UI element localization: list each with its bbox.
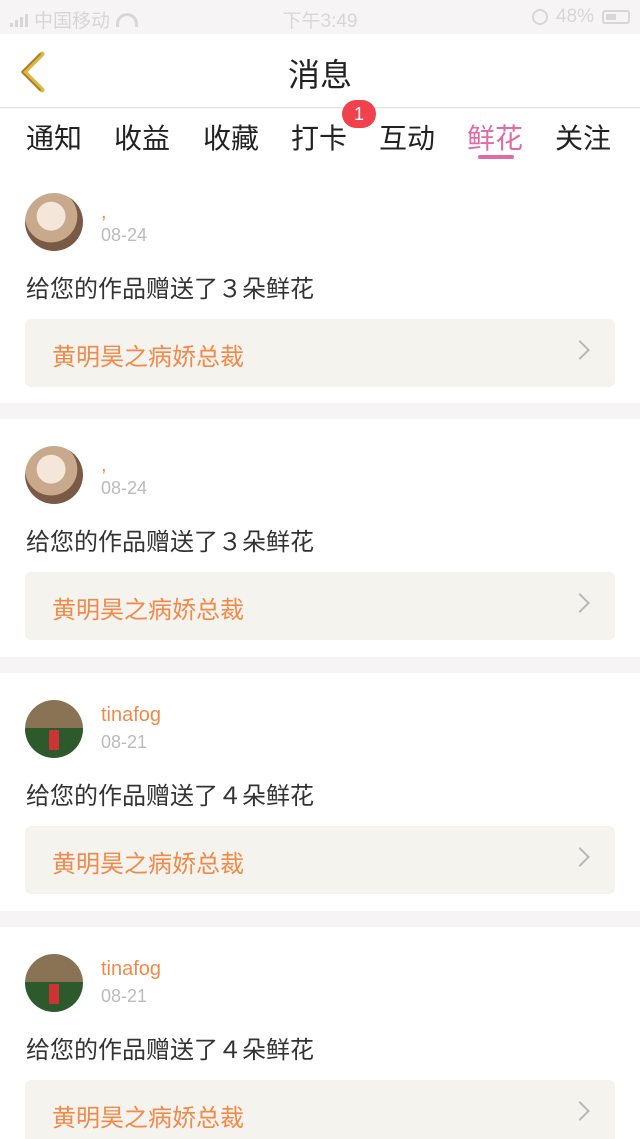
tab-notice[interactable]: 通知 — [26, 117, 82, 157]
user-name[interactable]: , — [101, 454, 107, 477]
message-date: 08-21 — [101, 986, 148, 1006]
checkin-badge: 1 — [342, 100, 376, 128]
battery-icon — [602, 10, 630, 24]
avatar[interactable] — [25, 193, 83, 251]
chevron-right-icon — [570, 847, 590, 867]
work-title: 黄明昊之病娇总裁 — [52, 596, 244, 624]
work-title: 黄明昊之病娇总裁 — [52, 343, 244, 371]
work-title: 黄明昊之病娇总裁 — [52, 1104, 244, 1132]
battery-percent: 48% — [555, 6, 594, 27]
chevron-right-icon — [570, 593, 590, 613]
nav-bar: 消息 — [0, 34, 640, 108]
message-text: 给您的作品赠送了４朵鲜花 — [26, 782, 314, 810]
list-item: tinafog 08-21 给您的作品赠送了４朵鲜花 黄明昊之病娇总裁 — [0, 673, 640, 911]
work-link[interactable]: 黄明昊之病娇总裁 — [25, 319, 615, 387]
status-right: 48% — [531, 6, 630, 28]
chevron-right-icon — [570, 340, 590, 360]
message-text: 给您的作品赠送了３朵鲜花 — [26, 528, 314, 556]
message-date: 08-21 — [101, 732, 148, 752]
tab-earnings[interactable]: 收益 — [114, 117, 170, 157]
avatar[interactable] — [25, 446, 83, 504]
tab-interaction[interactable]: 互动 — [379, 117, 435, 157]
list-item: , 08-24 给您的作品赠送了３朵鲜花 黄明昊之病娇总裁 — [0, 419, 640, 657]
tab-bar: 通知 收益 收藏 打卡 互动 鲜花 关注 — [0, 109, 640, 165]
work-link[interactable]: 黄明昊之病娇总裁 — [25, 572, 615, 640]
list-item: tinafog 08-21 给您的作品赠送了４朵鲜花 黄明昊之病娇总裁 — [0, 927, 640, 1139]
list-item: , 08-24 给您的作品赠送了３朵鲜花 黄明昊之病娇总裁 — [0, 165, 640, 403]
tab-follow[interactable]: 关注 — [555, 117, 611, 157]
message-text: 给您的作品赠送了４朵鲜花 — [26, 1036, 314, 1064]
page-title: 消息 — [287, 56, 352, 94]
orientation-lock-icon — [531, 9, 548, 25]
avatar[interactable] — [25, 700, 83, 758]
chevron-right-icon — [570, 1101, 590, 1121]
user-name[interactable]: tinafog — [101, 704, 161, 727]
message-text: 给您的作品赠送了３朵鲜花 — [26, 275, 314, 303]
message-date: 08-24 — [101, 225, 148, 245]
work-title: 黄明昊之病娇总裁 — [52, 850, 244, 878]
active-tab-indicator — [478, 155, 514, 159]
tab-flowers[interactable]: 鲜花 — [467, 117, 523, 157]
work-link[interactable]: 黄明昊之病娇总裁 — [25, 1080, 615, 1139]
message-date: 08-24 — [101, 478, 148, 498]
status-bar: 中国移动 下午3:49 48% — [0, 0, 640, 34]
user-name[interactable]: , — [101, 201, 107, 224]
user-name[interactable]: tinafog — [101, 958, 161, 981]
work-link[interactable]: 黄明昊之病娇总裁 — [25, 826, 615, 894]
avatar[interactable] — [25, 954, 83, 1012]
tab-favorites[interactable]: 收藏 — [203, 117, 259, 157]
tab-checkin[interactable]: 打卡 — [291, 117, 347, 157]
